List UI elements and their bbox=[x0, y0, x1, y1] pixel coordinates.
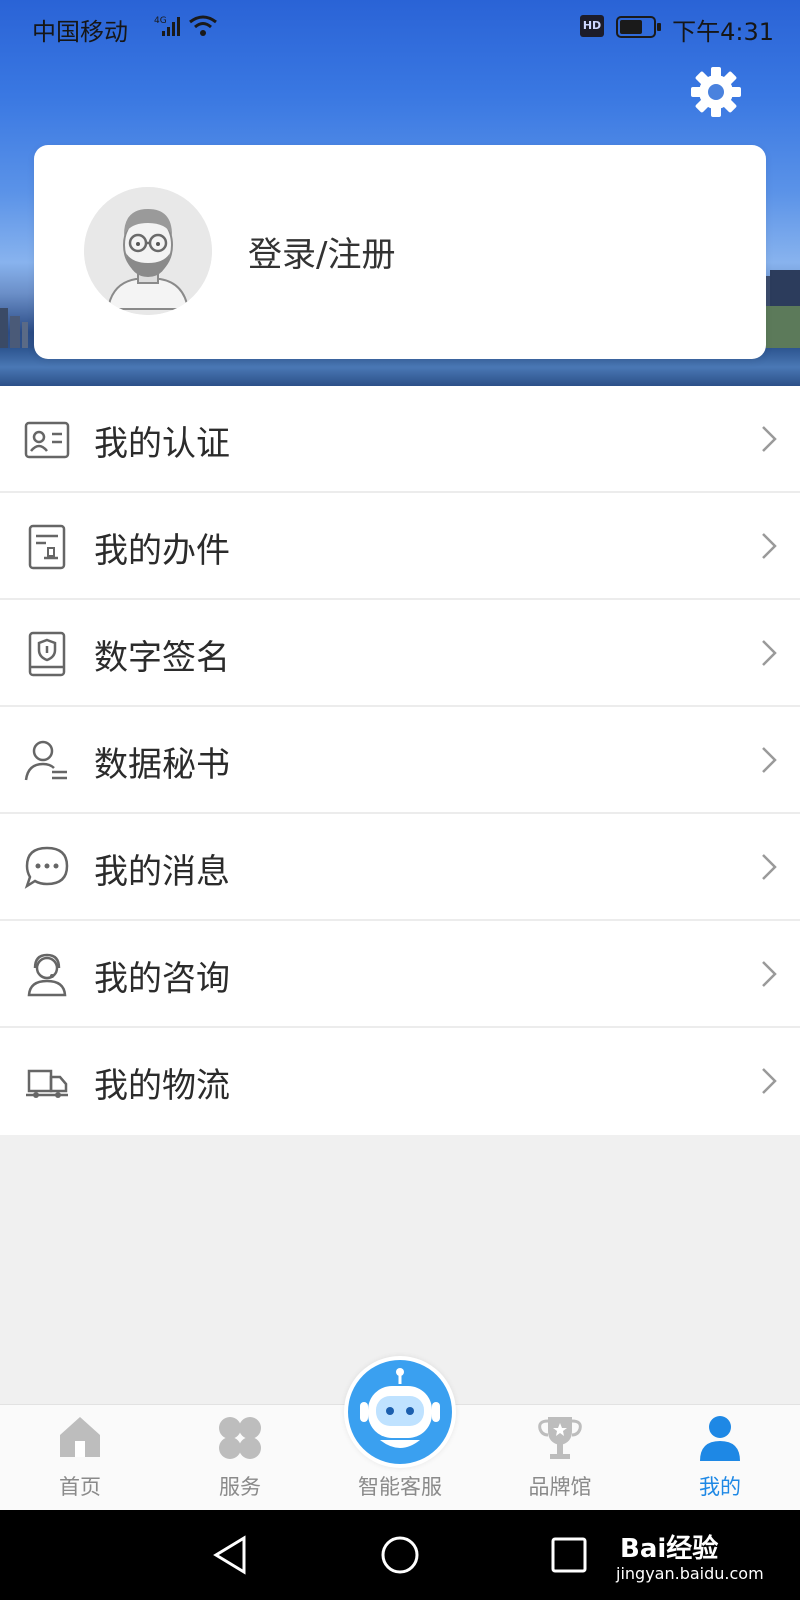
smart-service-robot-button[interactable] bbox=[344, 1356, 456, 1468]
menu-item-label: 我的咨询 bbox=[94, 959, 230, 999]
watermark-url: jingyan.baidu.com bbox=[616, 1564, 764, 1583]
menu-item-my-logistics[interactable]: 我的物流 bbox=[0, 1028, 800, 1135]
settings-button[interactable] bbox=[688, 64, 744, 120]
menu-item-label: 数字签名 bbox=[94, 638, 230, 678]
menu-item-my-cases[interactable]: 我的办件 bbox=[0, 493, 800, 600]
default-avatar-icon bbox=[84, 187, 212, 315]
chevron-right-icon bbox=[762, 1068, 777, 1094]
home-icon bbox=[60, 1417, 100, 1457]
menu-list: 我的认证 我的办件 数字签名 数据秘书 我的消息 我的咨询 我的物流 bbox=[0, 386, 800, 1135]
menu-item-digital-signature[interactable]: 数字签名 bbox=[0, 600, 800, 707]
menu-item-label: 我的消息 bbox=[94, 852, 230, 892]
tab-label: 服务 bbox=[219, 1475, 261, 1499]
tab-home[interactable]: 首页 bbox=[0, 1405, 160, 1511]
user-list-icon bbox=[24, 740, 67, 781]
wifi-icon bbox=[189, 15, 217, 36]
menu-item-label: 我的认证 bbox=[94, 424, 230, 464]
menu-item-certification[interactable]: 我的认证 bbox=[0, 386, 800, 493]
hd-badge: HD bbox=[580, 15, 604, 37]
menu-item-my-consultation[interactable]: 我的咨询 bbox=[0, 921, 800, 1028]
chevron-right-icon bbox=[762, 640, 777, 666]
clover-icon bbox=[219, 1417, 261, 1459]
chevron-right-icon bbox=[762, 533, 777, 559]
trophy-icon bbox=[538, 1417, 582, 1459]
chevron-right-icon bbox=[762, 426, 777, 452]
login-register-label[interactable]: 登录/注册 bbox=[248, 227, 395, 276]
tab-brand-hall[interactable]: 品牌馆 bbox=[480, 1405, 640, 1511]
menu-item-label: 数据秘书 bbox=[94, 745, 230, 785]
watermark-brand: Bai经验 bbox=[620, 1534, 719, 1564]
home-circle-icon[interactable] bbox=[375, 1532, 425, 1578]
truck-icon bbox=[26, 1069, 68, 1098]
chevron-right-icon bbox=[762, 747, 777, 773]
profile-card[interactable]: 登录/注册 bbox=[34, 145, 766, 359]
tab-label: 品牌馆 bbox=[528, 1475, 592, 1499]
tab-label: 我的 bbox=[699, 1475, 741, 1499]
back-triangle-icon[interactable] bbox=[206, 1532, 256, 1578]
menu-item-label: 我的物流 bbox=[94, 1066, 230, 1106]
shield-book-icon bbox=[28, 631, 66, 677]
tab-services[interactable]: 服务 bbox=[160, 1405, 320, 1511]
status-bar: 中国移动 4G HD 下午4:31 bbox=[0, 0, 800, 56]
battery-icon bbox=[616, 16, 661, 38]
id-card-icon bbox=[24, 421, 70, 459]
document-stamp-icon bbox=[28, 524, 66, 570]
clock-label: 下午4:31 bbox=[672, 18, 774, 46]
carrier-label: 中国移动 bbox=[32, 18, 128, 46]
chat-bubble-icon bbox=[24, 846, 69, 889]
chevron-right-icon bbox=[762, 854, 777, 880]
menu-item-data-secretary[interactable]: 数据秘书 bbox=[0, 707, 800, 814]
menu-item-label: 我的办件 bbox=[94, 531, 230, 571]
person-icon bbox=[700, 1416, 740, 1461]
baidu-jingyan-watermark: Bai经验 jingyan.baidu.com bbox=[612, 1526, 772, 1586]
cellular-signal-icon: 4G bbox=[154, 16, 180, 36]
tab-label: 智能客服 bbox=[358, 1475, 442, 1499]
recents-square-icon[interactable] bbox=[544, 1532, 594, 1578]
tab-mine[interactable]: 我的 bbox=[640, 1405, 800, 1511]
network-type-label: 4G bbox=[154, 16, 167, 26]
gear-icon bbox=[691, 67, 741, 117]
tab-label: 首页 bbox=[59, 1475, 101, 1499]
robot-icon bbox=[348, 1360, 452, 1464]
chevron-right-icon bbox=[762, 961, 777, 987]
menu-item-my-messages[interactable]: 我的消息 bbox=[0, 814, 800, 921]
headset-user-icon bbox=[27, 953, 67, 997]
